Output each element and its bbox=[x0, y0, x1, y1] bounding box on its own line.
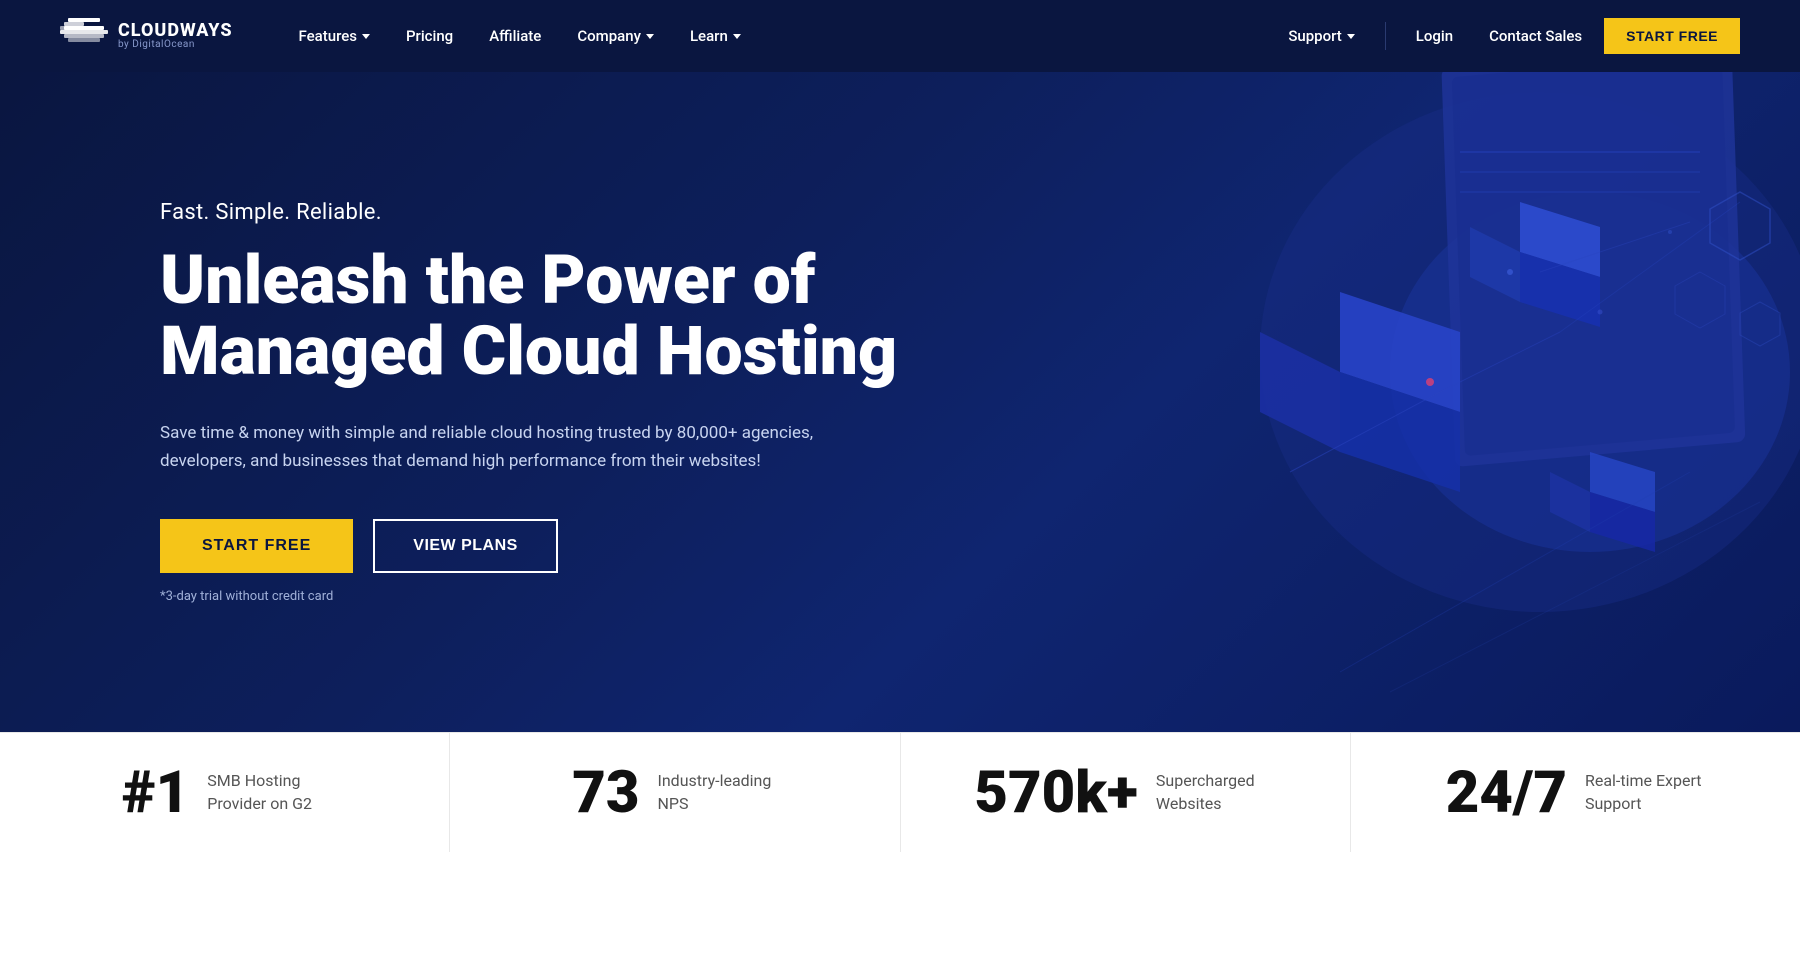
stat-item-4: 24/7 Real-time Expert Support bbox=[1351, 733, 1800, 852]
nav-start-free-button[interactable]: START FREE bbox=[1604, 18, 1740, 54]
stat-label-2: Industry-leading NPS bbox=[657, 770, 777, 815]
stat-number-4: 24/7 bbox=[1446, 764, 1567, 822]
hero-start-free-button[interactable]: START FREE bbox=[160, 519, 353, 573]
hero-graphic bbox=[940, 72, 1800, 732]
brand-sub: by DigitalOcean bbox=[118, 40, 233, 50]
hero-headline-line1: Unleash the Power of bbox=[160, 240, 815, 320]
hero-headline: Unleash the Power of Managed Cloud Hosti… bbox=[160, 245, 897, 388]
navbar: CLOUDWAYS by DigitalOcean Features Prici… bbox=[0, 0, 1800, 72]
stat-label-4: Real-time Expert Support bbox=[1585, 770, 1705, 815]
hero-tagline: Fast. Simple. Reliable. bbox=[160, 200, 897, 225]
nav-affiliate[interactable]: Affiliate bbox=[473, 19, 557, 53]
nav-features[interactable]: Features bbox=[283, 19, 386, 53]
chevron-down-icon bbox=[646, 34, 654, 39]
hero-headline-line2: Managed Cloud Hosting bbox=[160, 311, 897, 391]
stat-number-2: 73 bbox=[572, 764, 639, 822]
stat-number-1: #1 bbox=[122, 764, 189, 822]
hero-cta-buttons: START FREE VIEW PLANS bbox=[160, 519, 897, 573]
chevron-down-icon bbox=[733, 34, 741, 39]
nav-company[interactable]: Company bbox=[561, 19, 670, 53]
hero-description: Save time & money with simple and reliab… bbox=[160, 419, 840, 475]
brand-name: CLOUDWAYS bbox=[118, 22, 233, 40]
hero-view-plans-button[interactable]: VIEW PLANS bbox=[373, 519, 558, 573]
hero-section: Fast. Simple. Reliable. Unleash the Powe… bbox=[0, 72, 1800, 732]
nav-support[interactable]: Support bbox=[1274, 19, 1368, 53]
nav-login[interactable]: Login bbox=[1402, 19, 1467, 53]
stat-number-3: 570k+ bbox=[974, 764, 1138, 822]
stat-item-1: #1 SMB Hosting Provider on G2 bbox=[0, 733, 450, 852]
brand-logo[interactable]: CLOUDWAYS by DigitalOcean bbox=[60, 18, 233, 54]
nav-divider bbox=[1385, 22, 1386, 50]
nav-contact-sales[interactable]: Contact Sales bbox=[1475, 19, 1596, 53]
nav-learn[interactable]: Learn bbox=[674, 19, 757, 53]
nav-links: Features Pricing Affiliate Company Learn bbox=[283, 19, 1275, 53]
stat-label-3: Supercharged Websites bbox=[1156, 770, 1276, 815]
stats-section: #1 SMB Hosting Provider on G2 73 Industr… bbox=[0, 732, 1800, 852]
stat-item-3: 570k+ Supercharged Websites bbox=[901, 733, 1351, 852]
nav-pricing[interactable]: Pricing bbox=[390, 19, 469, 53]
chevron-down-icon bbox=[1347, 34, 1355, 39]
stat-label-1: SMB Hosting Provider on G2 bbox=[207, 770, 327, 815]
hero-content: Fast. Simple. Reliable. Unleash the Powe… bbox=[160, 200, 897, 605]
chevron-down-icon bbox=[362, 34, 370, 39]
hero-trial-note: *3-day trial without credit card bbox=[160, 589, 897, 604]
nav-right: Support Login Contact Sales START FREE bbox=[1274, 18, 1740, 54]
stat-item-2: 73 Industry-leading NPS bbox=[450, 733, 900, 852]
hero-illustration bbox=[940, 72, 1800, 732]
cloudways-logo-icon bbox=[60, 18, 108, 54]
